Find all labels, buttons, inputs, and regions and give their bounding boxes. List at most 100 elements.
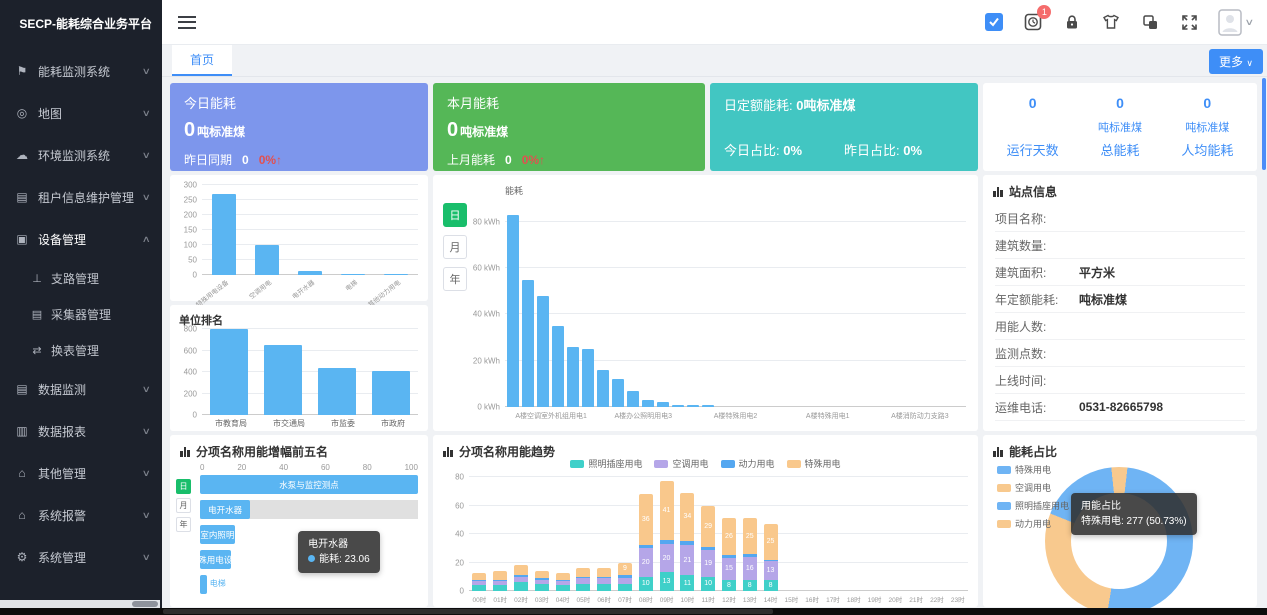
- lock-icon[interactable]: [1062, 12, 1082, 32]
- trend-chart-panel: 分项名称用能趋势 照明插座用电空调用电动力用电特殊用电 020406080910…: [433, 435, 978, 607]
- sidebar-item-system-alarm[interactable]: ⌂系统报警∨: [0, 494, 162, 536]
- hbar: 特殊用电设备: [200, 550, 231, 569]
- legend-swatch: [997, 484, 1011, 492]
- series-dot-icon: [308, 555, 315, 562]
- sidebar-scrollbar-thumb[interactable]: [132, 601, 158, 607]
- stack-slot: [573, 477, 594, 591]
- stack-slot: [947, 477, 968, 591]
- chevron-down-icon: ∨: [142, 426, 151, 437]
- chevron-down-icon: ∨: [142, 552, 151, 563]
- legend-item-空调用电[interactable]: 空调用电: [654, 457, 708, 470]
- swap-icon: ⇄: [30, 344, 44, 357]
- bar-segment: [472, 573, 486, 580]
- donut-tooltip: 用能占比特殊用电: 277 (50.73%): [1071, 493, 1197, 535]
- bottom-row: 分项名称用能增幅前五名 日月年 020406080100 水泵与监控测点电开水器…: [170, 435, 1259, 607]
- bar: [612, 379, 624, 407]
- bar-segment: 8: [764, 580, 778, 591]
- sidebar-item-map[interactable]: ◎ 地图∨: [0, 92, 162, 134]
- stack-slot: [927, 477, 948, 591]
- horizontal-scrollbar-thumb[interactable]: [163, 609, 773, 614]
- bar: [210, 329, 248, 415]
- site-info-row: 用能人数:: [995, 313, 1245, 340]
- bar-segment: [597, 584, 611, 591]
- sidebar-menu: ⚑能耗监测系统∨◎地图∨☁环境监测系统∨▤租户信息维护管理∨▣设备管理∧⊥支路管…: [0, 44, 162, 578]
- sidebar-item-data-report[interactable]: ▥数据报表∨: [0, 410, 162, 452]
- quota-ratios: 今日占比: 0% 昨日占比: 0%: [724, 140, 964, 159]
- topbar-actions: 1 ∨: [984, 9, 1253, 36]
- period-button-月[interactable]: 月: [176, 498, 191, 513]
- chevron-down-icon: ∨: [142, 192, 151, 203]
- x-axis-tick: 40: [279, 463, 288, 472]
- hbar-row: 电梯: [200, 575, 418, 594]
- x-axis-label: 市政府: [381, 418, 405, 429]
- sidebar-subitem-meter-swap-mgmt[interactable]: ⇄换表管理: [0, 332, 162, 368]
- vertical-scrollbar[interactable]: [1262, 78, 1266, 170]
- fullscreen-icon[interactable]: [1179, 12, 1199, 32]
- sidebar-item-env-monitor[interactable]: ☁环境监测系统∨: [0, 134, 162, 176]
- x-axis-label: 21时: [906, 594, 927, 604]
- sidebar-subitem-collector-mgmt[interactable]: ▤采集器管理: [0, 296, 162, 332]
- menu-toggle-icon[interactable]: [178, 16, 196, 29]
- period-button-日[interactable]: 日: [443, 203, 467, 227]
- bar: [552, 326, 564, 407]
- panel-title: 分项名称用能增幅前五名: [180, 443, 328, 460]
- sidebar-subitem-branch-mgmt[interactable]: ⊥支路管理: [0, 260, 162, 296]
- hbar: 电开水器: [200, 500, 250, 519]
- legend-item-照明插座用电[interactable]: 照明插座用电: [570, 457, 642, 470]
- sidebar-item-device-mgmt[interactable]: ▣设备管理∧: [0, 218, 162, 260]
- legend-item-特殊用电[interactable]: 特殊用电: [787, 457, 841, 470]
- x-axis-label: 13时: [739, 594, 760, 604]
- tooltip-title: 用能占比: [1081, 499, 1187, 514]
- x-axis-tick: 60: [321, 463, 330, 472]
- tab-home[interactable]: 首页: [172, 45, 232, 76]
- legend-swatch: [721, 460, 735, 468]
- theme-tshirt-icon[interactable]: [1101, 12, 1121, 32]
- app-root: SECP-能耗综合业务平台 ⚑能耗监测系统∨◎地图∨☁环境监测系统∨▤租户信息维…: [0, 0, 1267, 615]
- period-button-年[interactable]: 年: [176, 517, 191, 532]
- period-button-月[interactable]: 月: [443, 235, 467, 259]
- x-axis-label: A楼空调室外机组用电1: [515, 411, 587, 421]
- stack-slot: 81325: [760, 477, 781, 591]
- y-axis-label: 200: [184, 211, 197, 220]
- user-menu[interactable]: ∨: [1218, 9, 1253, 36]
- chart-title: 能耗: [505, 184, 523, 197]
- sidebar-item-tenant-info[interactable]: ▤租户信息维护管理∨: [0, 176, 162, 218]
- site-info-row: 建筑数量:: [995, 232, 1245, 259]
- sidebar-item-data-monitor[interactable]: ▤数据监测∨: [0, 368, 162, 410]
- delta-badge: 0%↑: [259, 153, 282, 167]
- bar-segment: 16: [743, 557, 757, 580]
- legend-item-特殊用电[interactable]: 特殊用电: [997, 463, 1069, 476]
- device-icon: ▣: [14, 232, 30, 246]
- sidebar-item-label: 系统报警: [38, 507, 143, 524]
- legend-item-照明插座用电[interactable]: 照明插座用电: [997, 499, 1069, 512]
- sidebar-item-label: 其他管理: [38, 465, 143, 482]
- tabbar: 首页 更多 ∨: [162, 45, 1267, 77]
- bar: [384, 274, 408, 275]
- alarm-clock-icon[interactable]: 1: [1023, 12, 1043, 32]
- tooltip-title: 电开水器: [308, 537, 370, 552]
- data-monitor-icon: ▤: [14, 382, 30, 396]
- site-info-row: 运维电话:0531-82665798: [995, 394, 1245, 421]
- sidebar-item-system-mgmt[interactable]: ⚙系统管理∨: [0, 536, 162, 578]
- message-check-icon[interactable]: [984, 12, 1004, 32]
- sidebar-item-energy-monitor[interactable]: ⚑能耗监测系统∨: [0, 50, 162, 92]
- period-button-日[interactable]: 日: [176, 479, 191, 494]
- bar-segment: 8: [722, 580, 736, 591]
- bar: [255, 245, 279, 275]
- sidebar: SECP-能耗综合业务平台 ⚑能耗监测系统∨◎地图∨☁环境监测系统∨▤租户信息维…: [0, 0, 162, 615]
- sidebar-item-other-mgmt[interactable]: ⌂其他管理∨: [0, 452, 162, 494]
- sidebar-horizontal-scrollbar[interactable]: [0, 600, 160, 608]
- site-info-label: 监测点数:: [995, 345, 1079, 362]
- chevron-down-icon: ∨: [142, 108, 151, 119]
- period-button-年[interactable]: 年: [443, 267, 467, 291]
- y-axis-label: 20: [455, 558, 464, 567]
- switch-layers-icon[interactable]: [1140, 12, 1160, 32]
- sidebar-item-label: 地图: [38, 105, 143, 122]
- legend-item-动力用电[interactable]: 动力用电: [997, 517, 1069, 530]
- period-toggle: 日月年: [176, 479, 191, 532]
- bar: [597, 370, 609, 407]
- legend-item-空调用电[interactable]: 空调用电: [997, 481, 1069, 494]
- legend-item-动力用电[interactable]: 动力用电: [721, 457, 775, 470]
- more-tabs-button[interactable]: 更多 ∨: [1209, 49, 1263, 74]
- map-pin-icon: ◎: [14, 106, 30, 120]
